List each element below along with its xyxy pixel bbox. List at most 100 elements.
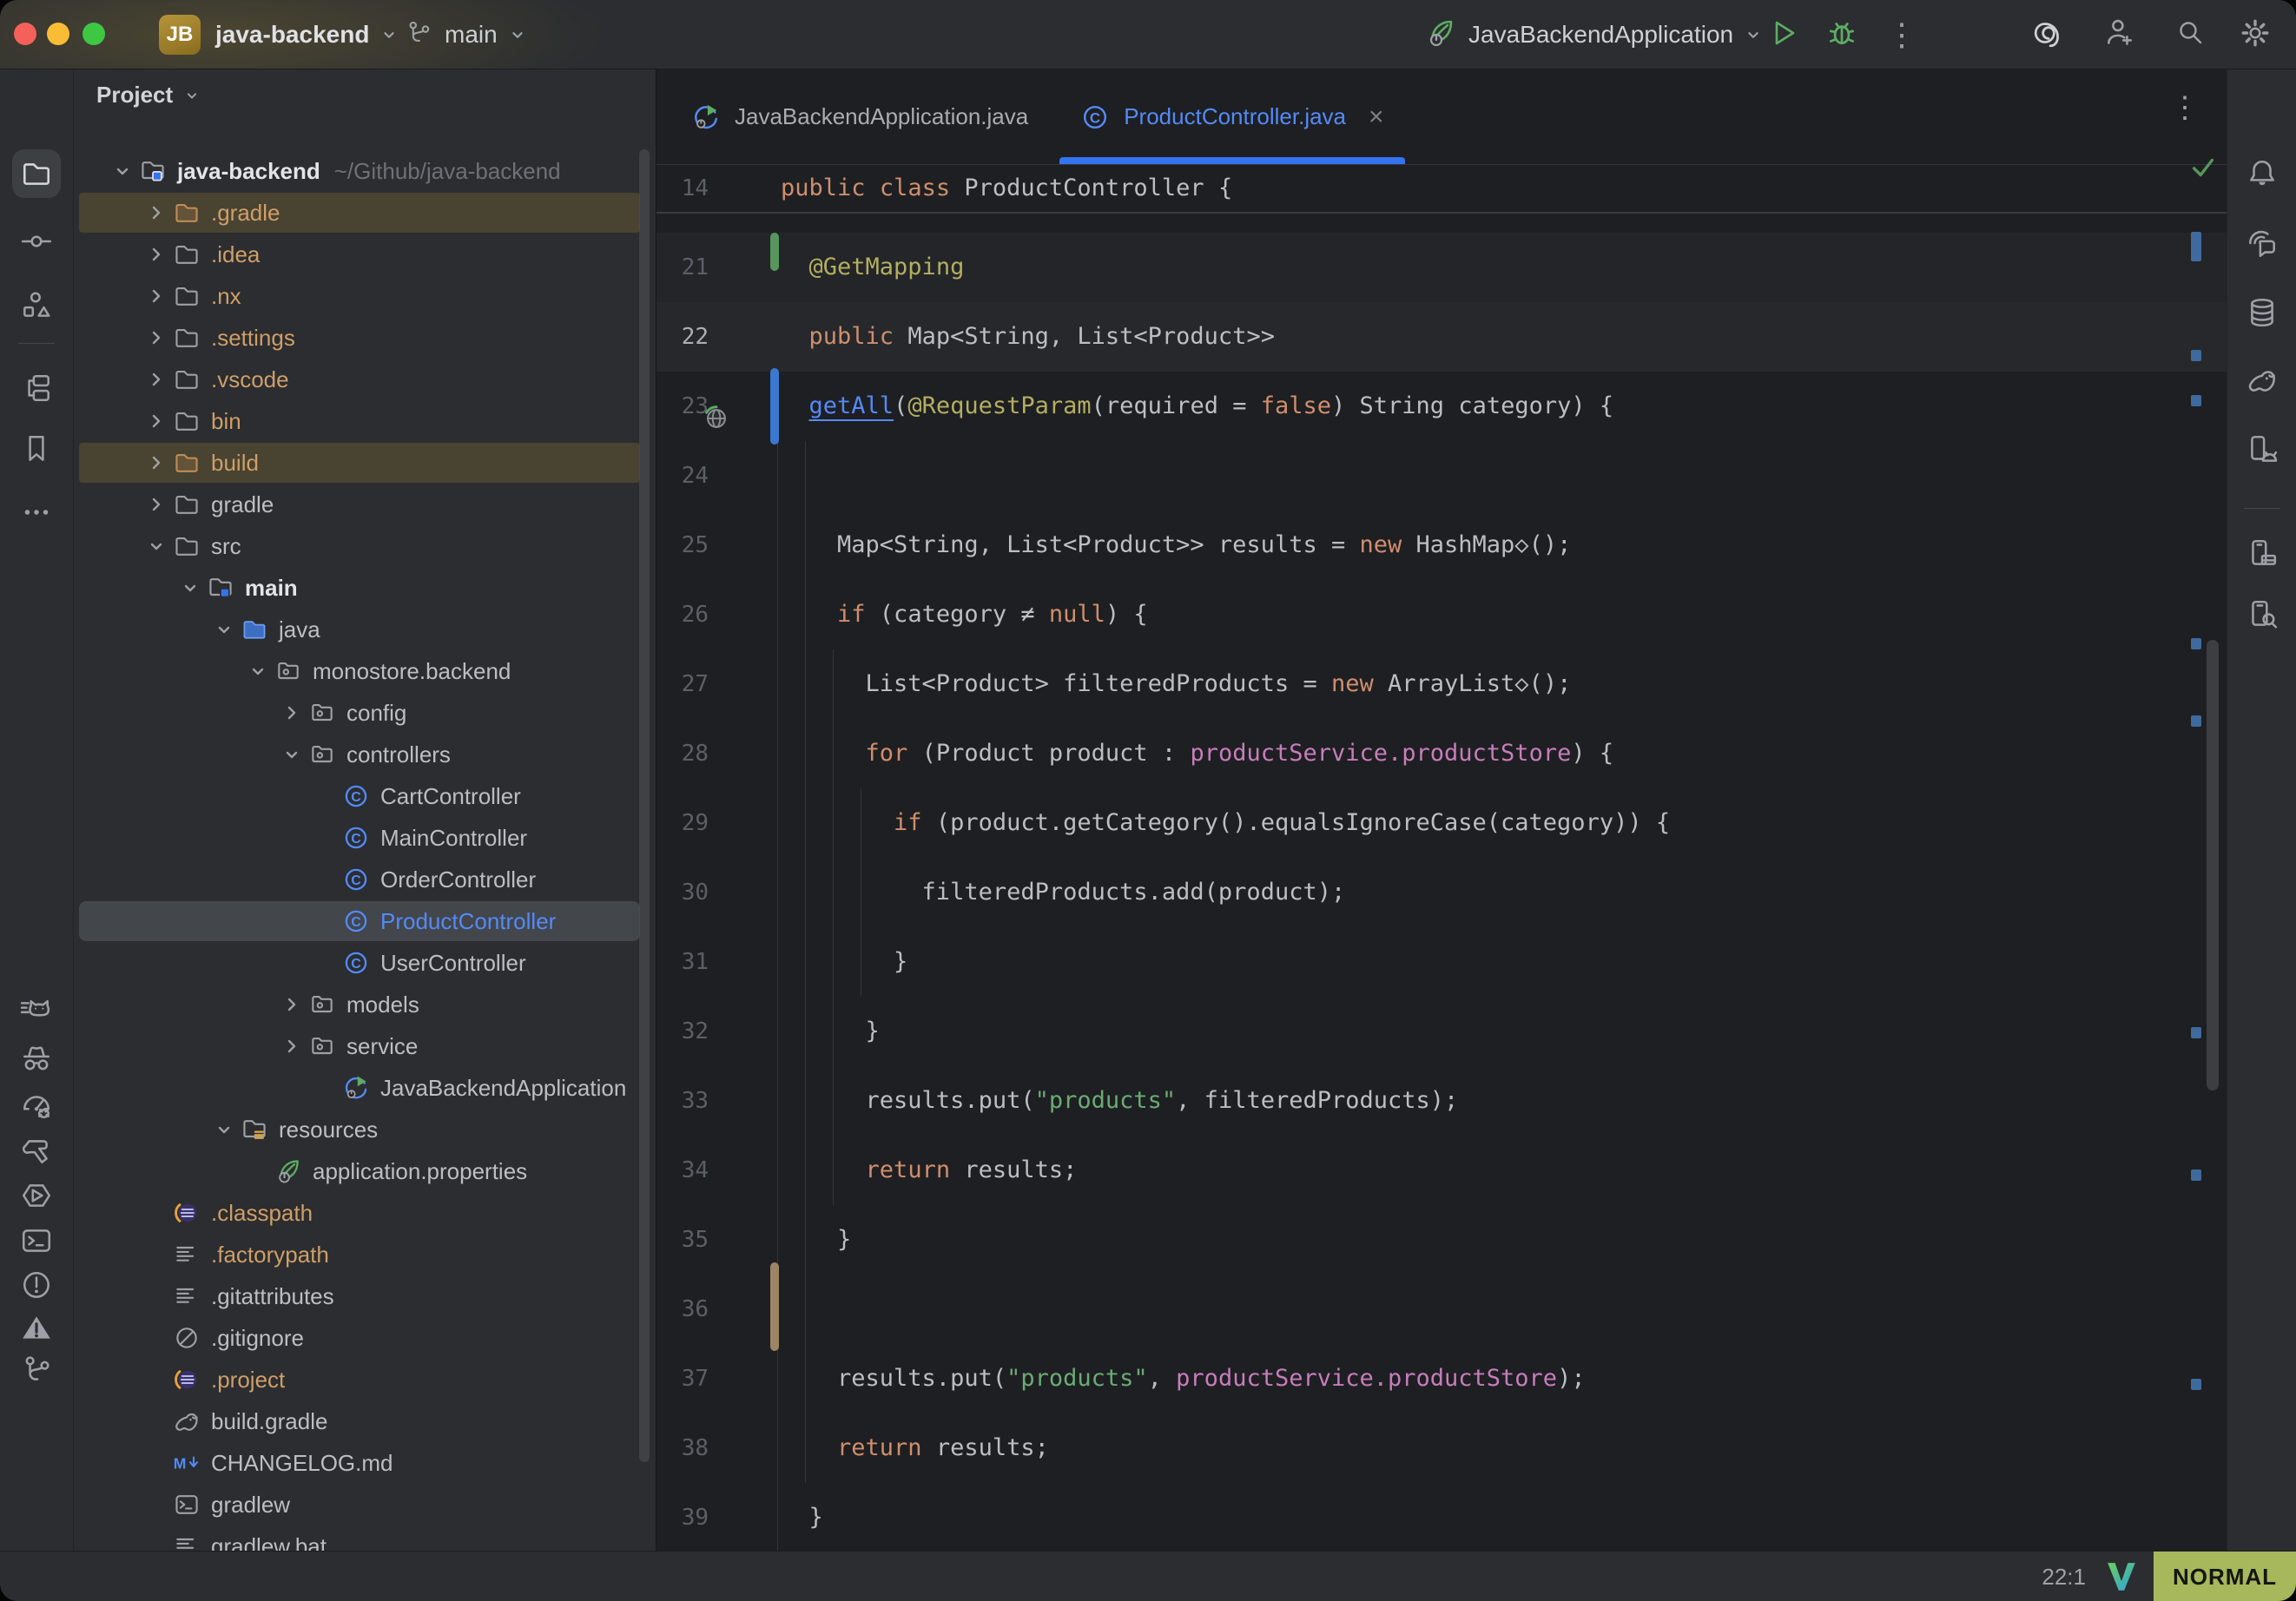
chevron-right-icon[interactable] (139, 442, 173, 484)
inspections-ok-check-icon[interactable] (2188, 153, 2218, 187)
chevron-right-icon[interactable] (274, 1025, 308, 1067)
tree-row[interactable]: COrderController (74, 859, 656, 900)
tree-row[interactable]: config (74, 692, 656, 734)
tree-row[interactable]: .classpath (74, 1192, 656, 1234)
chevron-down-icon[interactable] (105, 150, 139, 192)
code-with-me-button[interactable] (2103, 0, 2136, 69)
vcs-change-marker[interactable] (770, 1262, 779, 1351)
code-line[interactable]: 23 getAll(@RequestParam(required = false… (656, 372, 2227, 441)
chevron-down-icon[interactable] (139, 525, 173, 567)
vcs-branch-widget[interactable]: main (405, 0, 527, 69)
incognito-button[interactable] (12, 1035, 61, 1084)
tree-row[interactable]: monostore.backend (74, 650, 656, 692)
editor-scrollbar[interactable] (2207, 640, 2219, 1090)
chevron-right-icon[interactable] (274, 984, 308, 1025)
tree-row[interactable]: build.gradle (74, 1400, 656, 1442)
project-panel-header[interactable]: Project (96, 82, 201, 109)
tree-row[interactable]: CUserController (74, 942, 656, 984)
code-line[interactable]: 31 } (656, 927, 2227, 997)
debug-button[interactable] (1825, 0, 1858, 69)
editor-tab[interactable]: CProductController.java× (1054, 69, 1409, 164)
terminal-button[interactable] (12, 1216, 61, 1265)
project-tree[interactable]: java-backend~/Github/java-backend.gradle… (74, 150, 656, 1551)
tree-row[interactable]: .idea (74, 234, 656, 275)
stripe-mark[interactable] (2191, 638, 2201, 649)
vcs-change-marker[interactable] (770, 368, 779, 445)
vcs-change-marker[interactable] (770, 233, 779, 271)
stripe-mark[interactable] (2191, 715, 2201, 727)
code-line[interactable]: 39 } (656, 1483, 2227, 1552)
stripe-mark[interactable] (2191, 1379, 2201, 1390)
tree-row[interactable]: CMainController (74, 817, 656, 859)
code-line[interactable]: 26 if (category ≠ null) { (656, 580, 2227, 649)
tree-row[interactable]: .project (74, 1359, 656, 1400)
chevron-right-icon[interactable] (139, 400, 173, 442)
more-run-options-button[interactable]: ⋮ (1886, 0, 1917, 69)
commit-button[interactable] (12, 217, 61, 266)
stripe-mark[interactable] (2191, 1027, 2201, 1038)
bookmarks-button[interactable] (12, 425, 61, 473)
tree-row[interactable]: java (74, 609, 656, 650)
code-line[interactable]: 30 filteredProducts.add(product); (656, 858, 2227, 927)
chevron-down-icon[interactable] (207, 609, 241, 650)
tree-row[interactable]: models (74, 984, 656, 1025)
hierarchy-button[interactable] (12, 364, 61, 412)
code-line[interactable]: 33 results.put("products", filteredProdu… (656, 1066, 2227, 1136)
code-line[interactable]: 22 public Map<String, List<Product>> (656, 302, 2227, 372)
problems-button[interactable] (12, 1261, 61, 1309)
build-button[interactable] (12, 1126, 61, 1175)
code-line[interactable]: 38 return results; (656, 1413, 2227, 1483)
ideavim-icon[interactable] (2105, 1560, 2138, 1598)
code-editor[interactable]: 21 @GetMapping22 public Map<String, List… (656, 215, 2227, 1551)
code-line[interactable]: 27 List<Product> filteredProducts = new … (656, 649, 2227, 719)
chevron-right-icon[interactable] (139, 192, 173, 234)
code-line[interactable]: 25 Map<String, List<Product>> results = … (656, 511, 2227, 580)
stripe-mark[interactable] (2191, 395, 2201, 406)
tree-row[interactable]: .gitattributes (74, 1275, 656, 1317)
code-line[interactable]: 21 @GetMapping (656, 233, 2227, 302)
chevron-right-icon[interactable] (274, 692, 308, 734)
minimize-window-button[interactable] (47, 23, 69, 45)
sticky-line[interactable]: 14 public class ProductController { (656, 165, 2227, 214)
gradle-button[interactable] (2238, 356, 2286, 405)
caret-position-widget[interactable]: 22:1 (2042, 1552, 2086, 1601)
database-button[interactable] (2238, 288, 2286, 337)
run-button[interactable] (1768, 0, 1799, 69)
stripe-mark[interactable] (2191, 1169, 2201, 1181)
tree-row[interactable]: .factorypath (74, 1234, 656, 1275)
tree-row[interactable]: CCartController (74, 775, 656, 817)
project-widget[interactable]: java-backend (215, 0, 399, 69)
close-window-button[interactable] (14, 23, 36, 45)
project-tree-scrollbar[interactable] (639, 149, 650, 1462)
code-line[interactable]: 24 (656, 441, 2227, 511)
running-devices-button[interactable] (2238, 530, 2286, 578)
tree-row[interactable]: java-backend~/Github/java-backend (74, 150, 656, 192)
tree-row[interactable]: gradle (74, 484, 656, 525)
chevron-right-icon[interactable] (139, 359, 173, 400)
code-line[interactable]: 35 } (656, 1205, 2227, 1275)
chevron-down-icon[interactable] (173, 567, 207, 609)
chevron-down-icon[interactable] (207, 1109, 241, 1150)
tree-row[interactable]: bin (74, 400, 656, 442)
tree-row[interactable]: .gitignore (74, 1317, 656, 1359)
run-configuration-widget[interactable]: JavaBackendApplication (1425, 0, 1763, 69)
code-line[interactable]: 37 results.put("products", productServic… (656, 1344, 2227, 1413)
stripe-mark[interactable] (2191, 232, 2201, 261)
chevron-right-icon[interactable] (139, 317, 173, 359)
code-line[interactable]: 34 return results; (656, 1136, 2227, 1205)
tree-row[interactable]: controllers (74, 734, 656, 775)
tree-row[interactable]: .gradle (74, 192, 656, 234)
device-manager-button[interactable] (2238, 425, 2286, 474)
project-badge[interactable]: JB (159, 15, 201, 55)
code-line[interactable]: 28 for (Product product : productService… (656, 719, 2227, 788)
warnings-button[interactable] (12, 1303, 61, 1352)
chevron-right-icon[interactable] (139, 234, 173, 275)
settings-button[interactable] (2239, 0, 2272, 69)
device-explorer-button[interactable] (2238, 590, 2286, 639)
cat-button[interactable] (12, 990, 61, 1038)
close-icon[interactable]: × (1369, 104, 1384, 130)
services-button[interactable] (12, 1171, 61, 1220)
ai-assistant-chat-button[interactable] (2238, 219, 2286, 267)
tree-row[interactable]: .settings (74, 317, 656, 359)
profiler-button[interactable] (12, 1081, 61, 1130)
